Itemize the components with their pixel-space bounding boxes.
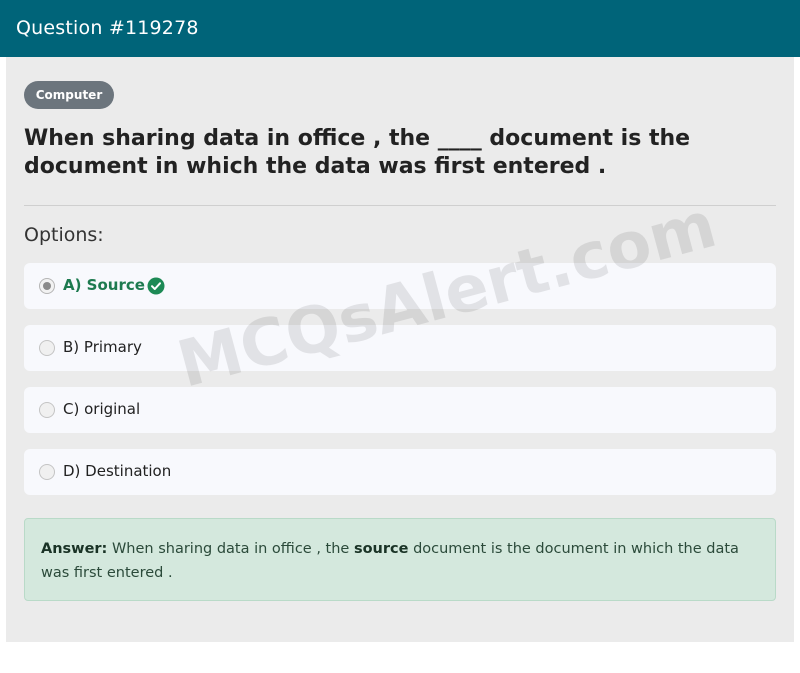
answer-box: Answer: When sharing data in office , th… <box>24 518 776 601</box>
option-a[interactable]: A) Source <box>24 263 776 309</box>
option-label: D) Destination <box>63 462 172 480</box>
radio-button[interactable] <box>39 340 55 356</box>
radio-button[interactable] <box>39 464 55 480</box>
radio-button[interactable] <box>39 402 55 418</box>
option-d[interactable]: D) Destination <box>24 449 776 495</box>
divider <box>24 205 776 206</box>
question-card: Question #119278 Computer When sharing d… <box>0 0 800 642</box>
check-circle-icon <box>147 277 165 295</box>
question-number-title: Question #119278 <box>16 17 199 39</box>
answer-text-before: When sharing data in office , the <box>111 541 350 557</box>
answer-prefix: Answer: <box>41 541 108 557</box>
option-b[interactable]: B) Primary <box>24 325 776 371</box>
category-badge[interactable]: Computer <box>24 81 114 109</box>
option-label: A) Source <box>63 276 145 294</box>
card-body: Computer When sharing data in office , t… <box>6 57 794 642</box>
answer-highlight: source <box>353 541 409 557</box>
options-heading: Options: <box>24 224 104 246</box>
radio-button-selected[interactable] <box>39 278 55 294</box>
option-label: C) original <box>63 400 141 418</box>
option-c[interactable]: C) original <box>24 387 776 433</box>
question-text: When sharing data in office , the ____ d… <box>24 126 691 179</box>
option-label: B) Primary <box>63 338 142 356</box>
card-header: Question #119278 <box>0 0 800 57</box>
